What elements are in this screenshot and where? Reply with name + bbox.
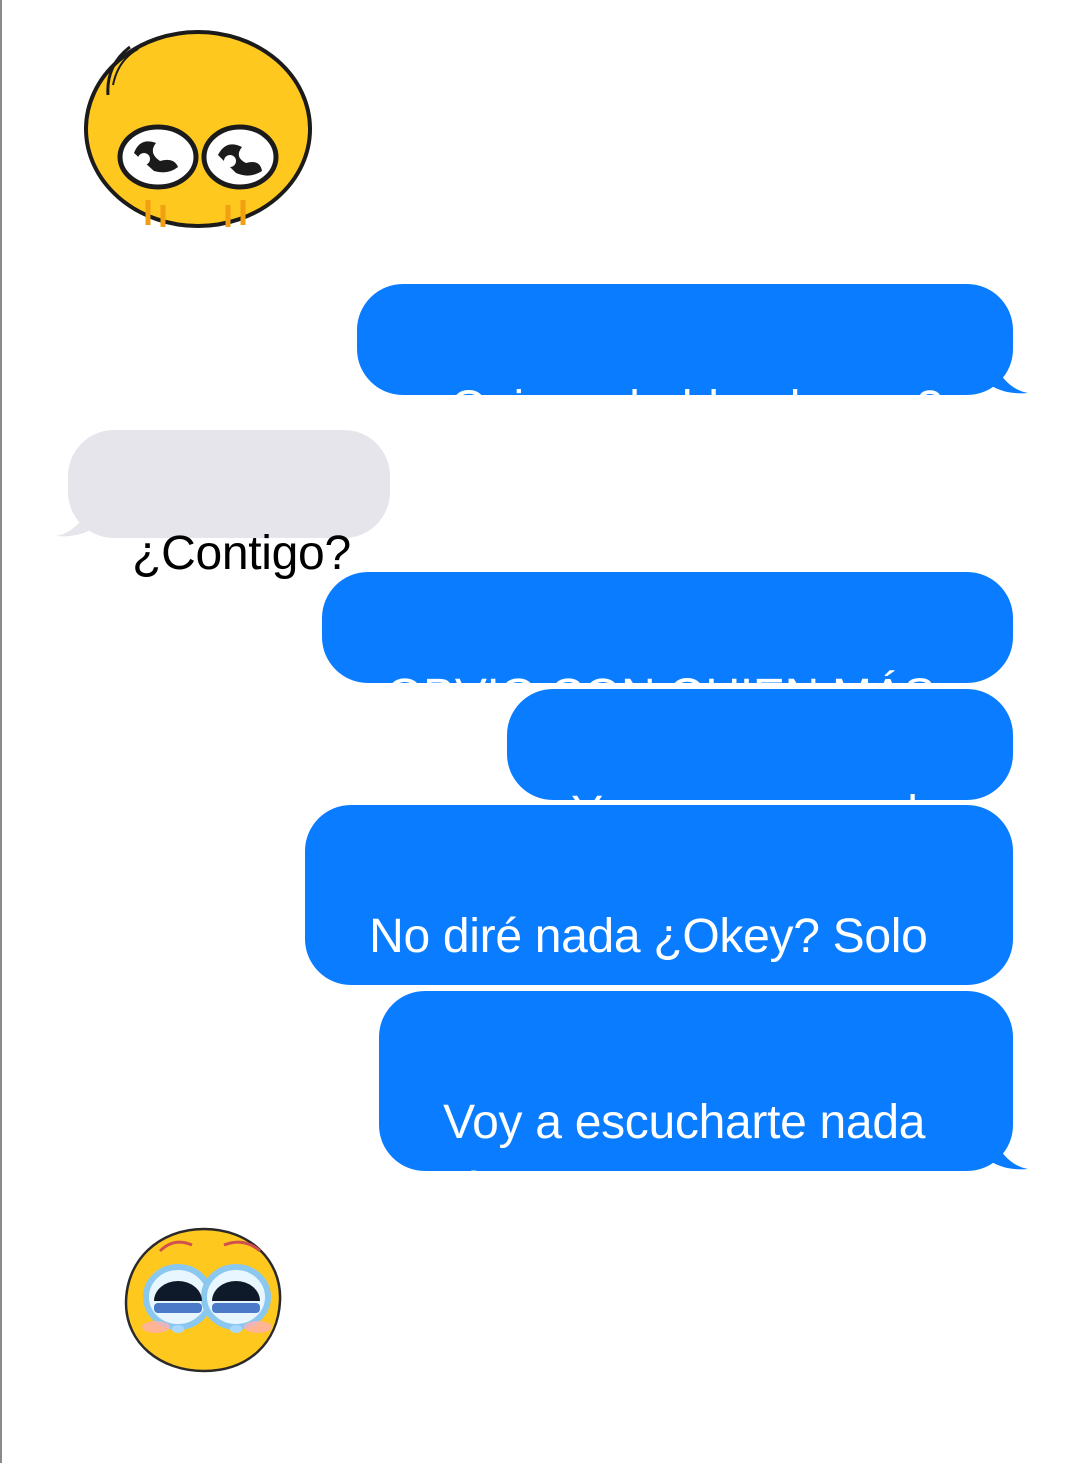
received-bubble-tail xyxy=(56,498,94,537)
shy-eyes-emoji-sticker-icon xyxy=(84,30,312,228)
sent-bubble-tail xyxy=(990,1131,1028,1170)
received-message-bubble[interactable]: ¿Contigo? xyxy=(68,430,390,580)
teary-eyes-emoji-sticker-icon xyxy=(124,1227,282,1373)
sent-message-bubble[interactable]: Voy a escucharte nada más xyxy=(379,991,1013,1217)
sent-message-bubble[interactable]: OBVIO CON QUIEN MÁS xyxy=(322,572,1013,723)
message-text: Voy a escucharte nada más xyxy=(417,1096,939,1217)
left-border xyxy=(0,0,2,1463)
sent-message-bubble[interactable]: ¿Quieres hablar de eso? xyxy=(357,284,1013,435)
sent-message-bubble[interactable]: Y para no cagarla xyxy=(507,689,1013,840)
message-text: ¿Contigo? xyxy=(132,527,351,580)
sent-message-bubble[interactable]: No diré nada ¿Okey? Solo si quieres xyxy=(305,805,1013,1031)
message-text: ¿Quieres hablar de eso? xyxy=(421,382,943,435)
sent-bubble-tail xyxy=(990,355,1028,394)
